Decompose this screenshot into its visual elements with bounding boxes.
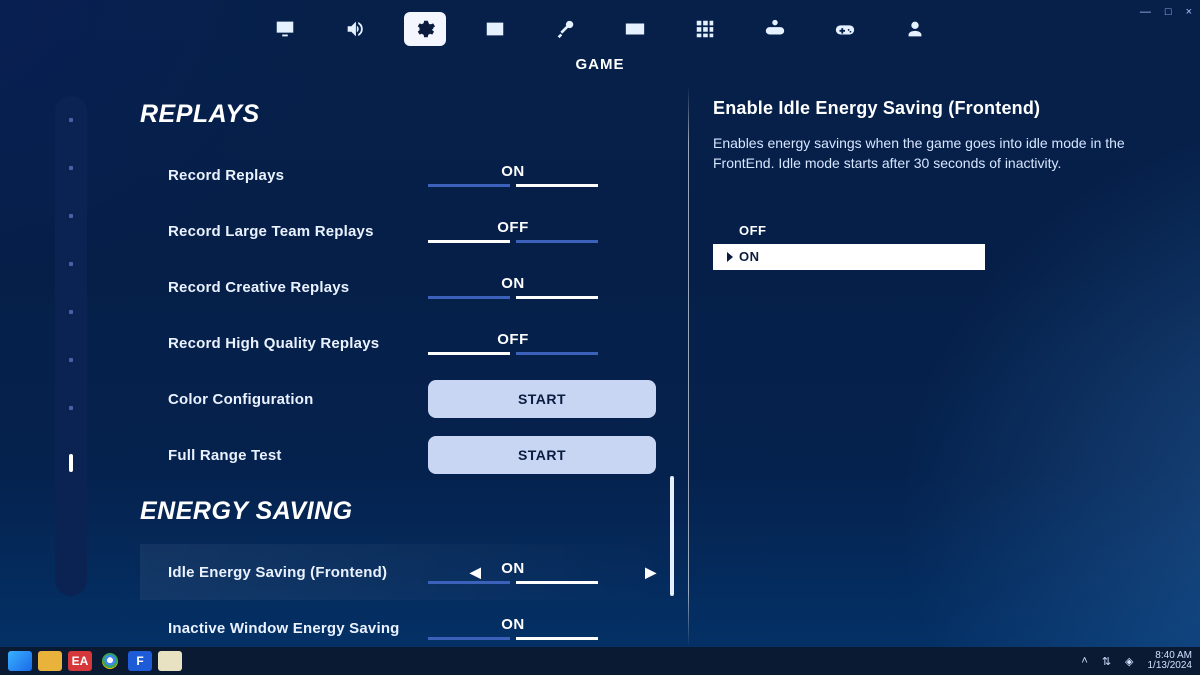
toggle[interactable]: ON bbox=[428, 275, 598, 299]
row-label: Record High Quality Replays bbox=[168, 335, 428, 352]
row-full-range: Full Range Test START bbox=[140, 427, 670, 483]
toggle[interactable]: OFF bbox=[428, 219, 598, 243]
start-button-range[interactable]: START bbox=[428, 436, 656, 474]
gear-pad-icon bbox=[764, 18, 786, 40]
section-title-energy: Energy Saving bbox=[140, 497, 670, 526]
rail-tick[interactable] bbox=[69, 118, 73, 122]
grid-icon bbox=[694, 18, 716, 40]
chevron-right-icon[interactable]: ▶ bbox=[645, 564, 656, 581]
toggle[interactable]: ON bbox=[428, 616, 598, 640]
row-label: Record Large Team Replays bbox=[168, 223, 428, 240]
card-icon bbox=[484, 18, 506, 40]
volume-icon bbox=[344, 18, 366, 40]
rail-tick[interactable] bbox=[69, 166, 73, 170]
rail-tick-active[interactable] bbox=[69, 454, 73, 472]
rail-tick[interactable] bbox=[69, 358, 73, 362]
toggle-value: ON bbox=[428, 560, 598, 577]
row-label: Color Configuration bbox=[168, 391, 428, 408]
row-label: Record Creative Replays bbox=[168, 279, 428, 296]
wrench-gear-icon bbox=[554, 18, 576, 40]
toggle-track bbox=[428, 184, 598, 187]
taskbar-app[interactable] bbox=[158, 651, 182, 671]
help-panel: Enable Idle Energy Saving (Frontend) Ena… bbox=[707, 86, 1174, 647]
row-label: Idle Energy Saving (Frontend) bbox=[168, 564, 428, 581]
settings-main: Replays Record Replays ON Record Large T… bbox=[110, 86, 1174, 647]
help-body: Enables energy savings when the game goe… bbox=[713, 133, 1153, 174]
rail-tick[interactable] bbox=[69, 214, 73, 218]
rail-tick[interactable] bbox=[69, 406, 73, 410]
person-icon bbox=[904, 18, 926, 40]
tab-hud[interactable] bbox=[684, 12, 726, 46]
row-label: Record Replays bbox=[168, 167, 428, 184]
taskbar-fortnite[interactable]: F bbox=[128, 651, 152, 671]
tray-chevron-icon[interactable]: ˄ bbox=[1081, 655, 1087, 667]
toggle-value: ON bbox=[428, 275, 598, 292]
rail-tick[interactable] bbox=[69, 310, 73, 314]
system-clock[interactable]: 8:40 AM 1/13/2024 bbox=[1148, 651, 1193, 672]
windows-taskbar[interactable]: EA F ˄ ⇅ ◈ 8:40 AM 1/13/2024 bbox=[0, 647, 1200, 675]
row-label: Inactive Window Energy Saving bbox=[168, 620, 428, 637]
clock-date: 1/13/2024 bbox=[1148, 661, 1193, 672]
toggle-value: OFF bbox=[428, 219, 598, 236]
toggle-track bbox=[428, 581, 598, 584]
toggle-track bbox=[428, 352, 598, 355]
settings-top-tabs bbox=[0, 12, 1200, 46]
active-tab-label: GAME bbox=[0, 56, 1200, 73]
toggle-value: ON bbox=[428, 616, 598, 633]
chrome-icon bbox=[102, 653, 118, 669]
tray-sound-icon[interactable]: ◈ bbox=[1125, 655, 1133, 668]
toggle-track bbox=[428, 240, 598, 243]
help-option-label: OFF bbox=[739, 223, 767, 238]
settings-list: Replays Record Replays ON Record Large T… bbox=[110, 86, 670, 647]
tab-game[interactable] bbox=[404, 12, 446, 46]
tab-devgame[interactable] bbox=[754, 12, 796, 46]
taskbar-explorer[interactable] bbox=[38, 651, 62, 671]
row-record-hq[interactable]: Record High Quality Replays OFF bbox=[140, 315, 670, 371]
row-label: Full Range Test bbox=[168, 447, 428, 464]
toggle-track bbox=[428, 296, 598, 299]
row-record-replays[interactable]: Record Replays ON bbox=[140, 147, 670, 203]
keyboard-icon bbox=[624, 18, 646, 40]
start-button[interactable] bbox=[8, 651, 32, 671]
section-index-rail[interactable] bbox=[55, 96, 87, 596]
taskbar-ea-app[interactable]: EA bbox=[68, 651, 92, 671]
start-button-color[interactable]: START bbox=[428, 380, 656, 418]
tab-keyboard[interactable] bbox=[614, 12, 656, 46]
toggle[interactable]: ON bbox=[428, 560, 598, 584]
help-option-off[interactable]: OFF bbox=[713, 218, 985, 244]
tray-network-icon[interactable]: ⇅ bbox=[1102, 655, 1111, 668]
row-record-creative[interactable]: Record Creative Replays ON bbox=[140, 259, 670, 315]
tab-display[interactable] bbox=[264, 12, 306, 46]
monitor-icon bbox=[274, 18, 296, 40]
toggle[interactable]: ON bbox=[428, 163, 598, 187]
tab-diagnostics[interactable] bbox=[544, 12, 586, 46]
toggle-value: ON bbox=[428, 163, 598, 180]
controller-icon bbox=[834, 18, 856, 40]
help-title: Enable Idle Energy Saving (Frontend) bbox=[713, 98, 1162, 119]
toggle-track bbox=[428, 637, 598, 640]
row-record-large-team[interactable]: Record Large Team Replays OFF bbox=[140, 203, 670, 259]
row-color-config: Color Configuration START bbox=[140, 371, 670, 427]
row-idle-energy-saving[interactable]: Idle Energy Saving (Frontend) ◀ ON ▶ bbox=[140, 544, 670, 600]
taskbar-chrome[interactable] bbox=[98, 651, 122, 671]
toggle[interactable]: OFF bbox=[428, 331, 598, 355]
help-option-list: OFF ON bbox=[713, 218, 985, 270]
help-option-label: ON bbox=[739, 249, 760, 264]
tab-audio[interactable] bbox=[334, 12, 376, 46]
help-option-on[interactable]: ON bbox=[713, 244, 985, 270]
settings-scrollbar[interactable] bbox=[670, 476, 674, 596]
column-divider bbox=[688, 86, 689, 647]
gear-icon bbox=[414, 18, 436, 40]
tab-ui[interactable] bbox=[474, 12, 516, 46]
section-title-replays: Replays bbox=[140, 100, 670, 129]
tab-controller[interactable] bbox=[824, 12, 866, 46]
tab-account[interactable] bbox=[894, 12, 936, 46]
rail-tick[interactable] bbox=[69, 262, 73, 266]
caret-right-icon bbox=[727, 252, 733, 262]
toggle-value: OFF bbox=[428, 331, 598, 348]
